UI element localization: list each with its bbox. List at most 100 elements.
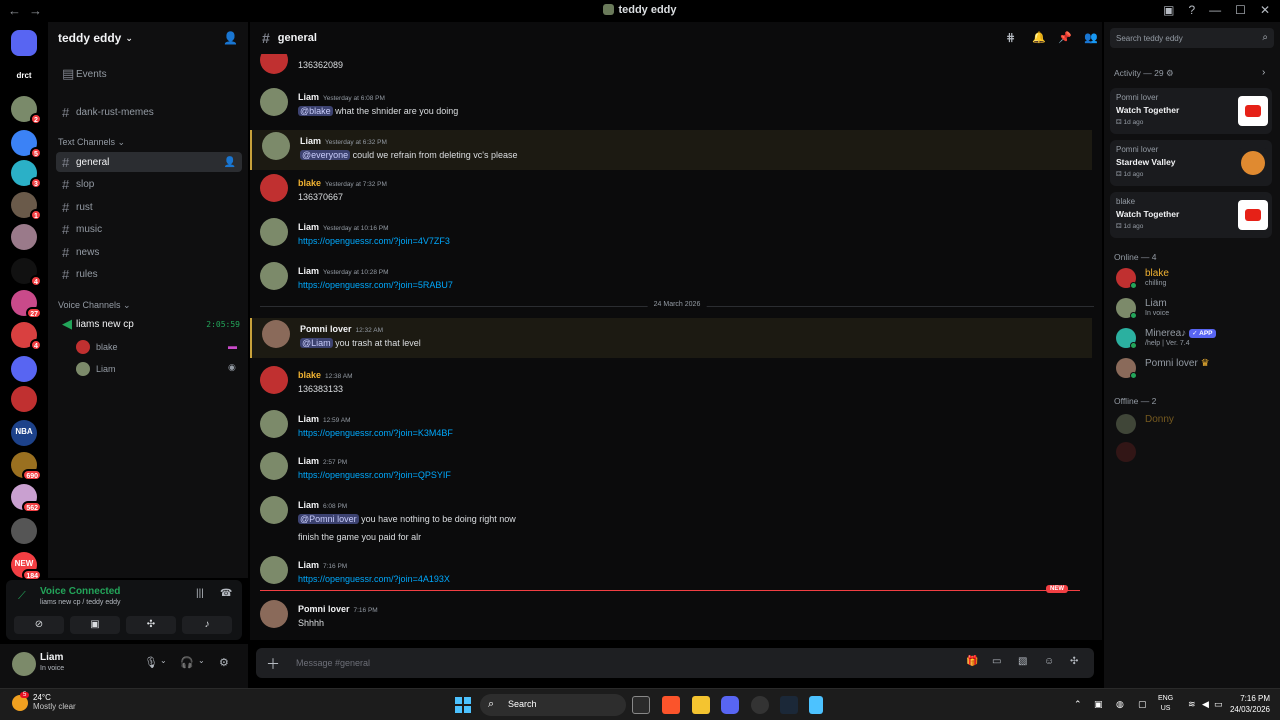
tray-icon[interactable]: ▢ [1138, 699, 1147, 710]
steam-icon[interactable] [780, 696, 798, 714]
message-author[interactable]: Pomni lover 7:16 PM [298, 604, 378, 614]
brave-icon[interactable] [662, 696, 680, 714]
avatar[interactable] [260, 496, 288, 524]
voice-channels-category[interactable]: Voice Channels ⌄ [58, 300, 131, 311]
server-icon[interactable]: 3 [11, 160, 42, 189]
voice-user-liam[interactable]: Liam [76, 362, 116, 376]
server-header[interactable]: teddy eddy ⌄ 👤 [48, 22, 248, 54]
voice-user-blake[interactable]: blake [76, 340, 118, 354]
server-icon[interactable]: NBA [11, 420, 37, 446]
message-author[interactable]: Liam 6:08 PM [298, 500, 347, 510]
tray-icon[interactable]: ◍ [1116, 699, 1124, 710]
message-link[interactable]: https://openguessr.com/?join=K3M4BF [298, 428, 453, 438]
message-author[interactable]: Liam 12:59 AM [298, 414, 350, 424]
mention[interactable]: @blake [298, 106, 333, 116]
server-icon[interactable] [11, 30, 37, 56]
server-icon[interactable] [11, 356, 37, 382]
message[interactable]: blake Yesterday at 7:32 PM 136370667 [250, 172, 1092, 212]
member-item[interactable]: Pomni lover ♛ [1112, 356, 1272, 380]
noise-suppression-icon[interactable]: ||| [196, 588, 204, 599]
chevron-up-icon[interactable]: ⌃ [1074, 699, 1082, 710]
message[interactable]: Liam Yesterday at 6:32 PM @everyone could … [250, 130, 1092, 170]
member-item[interactable]: Minerea♪ ✓ APP/help | Ver. 7.4 [1112, 326, 1272, 350]
message-author[interactable]: Liam 7:16 PM [298, 560, 347, 570]
text-channels-category[interactable]: Text Channels ⌄ [58, 137, 125, 148]
server-icon[interactable] [11, 386, 37, 412]
member-donny[interactable]: Donny [1112, 412, 1272, 436]
events-item[interactable]: ▤ Events [56, 64, 242, 84]
server-icon[interactable]: 4 [11, 258, 42, 287]
activity-header[interactable]: Activity — 29 ⚙ [1114, 68, 1174, 79]
message[interactable]: Pomni lover 12:32 AM @Liam you trash at th… [250, 318, 1092, 358]
message-link[interactable]: https://openguessr.com/?join=4A193X [298, 574, 450, 584]
inbox-icon[interactable]: ▣ [1163, 3, 1174, 17]
mention[interactable]: @Liam [300, 338, 333, 348]
gear-icon[interactable]: ⚙ [219, 656, 229, 669]
user-name[interactable]: Liam [40, 652, 63, 663]
member-item[interactable]: blake chilling [1112, 266, 1272, 290]
mention[interactable]: @everyone [300, 150, 351, 160]
server-icon[interactable]: 562 [11, 484, 42, 513]
message-link[interactable]: https://openguessr.com/?join=QPSYIF [298, 470, 451, 480]
windows-start-icon[interactable] [455, 697, 471, 713]
member-list-icon[interactable]: 👥 [1084, 31, 1098, 44]
message-author[interactable]: blake Yesterday at 7:32 PM [298, 178, 387, 188]
tray-icon[interactable]: ▣ [1094, 699, 1103, 710]
channel-slop[interactable]: # slop [56, 174, 242, 194]
avatar[interactable] [260, 556, 288, 584]
server-icon[interactable] [11, 224, 37, 250]
message-link[interactable]: https://openguessr.com/?join=4V7ZF3 [298, 236, 450, 246]
avatar[interactable] [262, 320, 290, 348]
server-icon[interactable]: 2 [11, 96, 42, 125]
server-icon[interactable]: NEW 184 [11, 552, 42, 581]
discord-icon[interactable] [721, 696, 739, 714]
message[interactable]: Liam 7:16 PM https://openguessr.com/?join=… [250, 554, 1092, 594]
app-icon[interactable] [751, 696, 769, 714]
help-icon[interactable]: ? [1188, 3, 1195, 17]
server-icon[interactable]: 27 [11, 290, 42, 319]
avatar[interactable] [260, 600, 288, 628]
server-icon[interactable]: 4 [11, 322, 42, 351]
message-author[interactable]: Pomni lover 12:32 AM [300, 324, 383, 334]
avatar[interactable] [260, 218, 288, 246]
message[interactable]: 136362089 [250, 54, 1092, 74]
avatar[interactable] [260, 262, 288, 290]
message-author[interactable]: blake 12:38 AM [298, 370, 352, 380]
voice-location[interactable]: liams new cp / teddy eddy [40, 599, 121, 606]
taskbar-search[interactable]: ⌕ Search [480, 694, 626, 716]
chevron-down-icon[interactable]: ⌄ [160, 656, 167, 665]
avatar[interactable] [12, 652, 36, 676]
microphone-icon[interactable]: 🎙 [144, 656, 158, 669]
sticker-icon[interactable]: ▧ [1018, 656, 1027, 667]
message[interactable]: Liam Yesterday at 10:28 PM https://opengue… [250, 260, 1092, 300]
gif-icon[interactable]: ▭ [992, 656, 1001, 667]
file-explorer-icon[interactable] [692, 696, 710, 714]
wifi-icon[interactable]: ≋ [1188, 699, 1196, 710]
emoji-icon[interactable]: ☺ [1044, 656, 1054, 667]
weather-widget[interactable]: 24°C Mostly clear [33, 693, 76, 711]
channel-general[interactable]: # general 👤 [56, 152, 242, 172]
message[interactable]: Liam 2:57 PM https://openguessr.com/?join=… [250, 450, 1092, 490]
avatar[interactable] [260, 88, 288, 116]
battery-icon[interactable]: ▭ [1214, 699, 1223, 710]
message-input[interactable] [296, 654, 796, 672]
activity-card[interactable]: Pomni lover Watch Together ⚃ 1d ago [1110, 88, 1272, 134]
message[interactable]: Liam 6:08 PM @Pomni lover you have nothing… [250, 494, 1092, 550]
message-author[interactable]: Liam Yesterday at 6:08 PM [298, 92, 385, 102]
server-icon[interactable]: 1 [11, 192, 42, 221]
avatar[interactable] [262, 132, 290, 160]
voice-status[interactable]: Voice Connected [40, 586, 120, 597]
task-view-icon[interactable] [632, 696, 650, 714]
camera-button[interactable]: ⊘ [14, 616, 64, 634]
message[interactable]: Liam Yesterday at 6:08 PM @blake what the … [250, 86, 1092, 126]
channel-dank-rust-memes[interactable]: # dank-rust-memes [56, 102, 242, 122]
message[interactable]: Liam Yesterday at 10:16 PM https://opengue… [250, 216, 1092, 256]
headphones-icon[interactable]: 🎧 [180, 656, 194, 669]
close-icon[interactable]: ✕ [1260, 3, 1270, 17]
message[interactable]: Liam 12:59 AM https://openguessr.com/?join… [250, 408, 1092, 448]
channel-music[interactable]: # music [56, 219, 242, 239]
clock[interactable]: 7:16 PM 24/03/2026 [1230, 693, 1270, 715]
server-icon[interactable]: 690 [11, 452, 42, 481]
message[interactable]: Pomni lover 7:16 PM Shhhh [250, 598, 1092, 638]
message-list[interactable]: 136362089 Liam Yesterday at 6:08 PM @blake … [250, 54, 1102, 640]
